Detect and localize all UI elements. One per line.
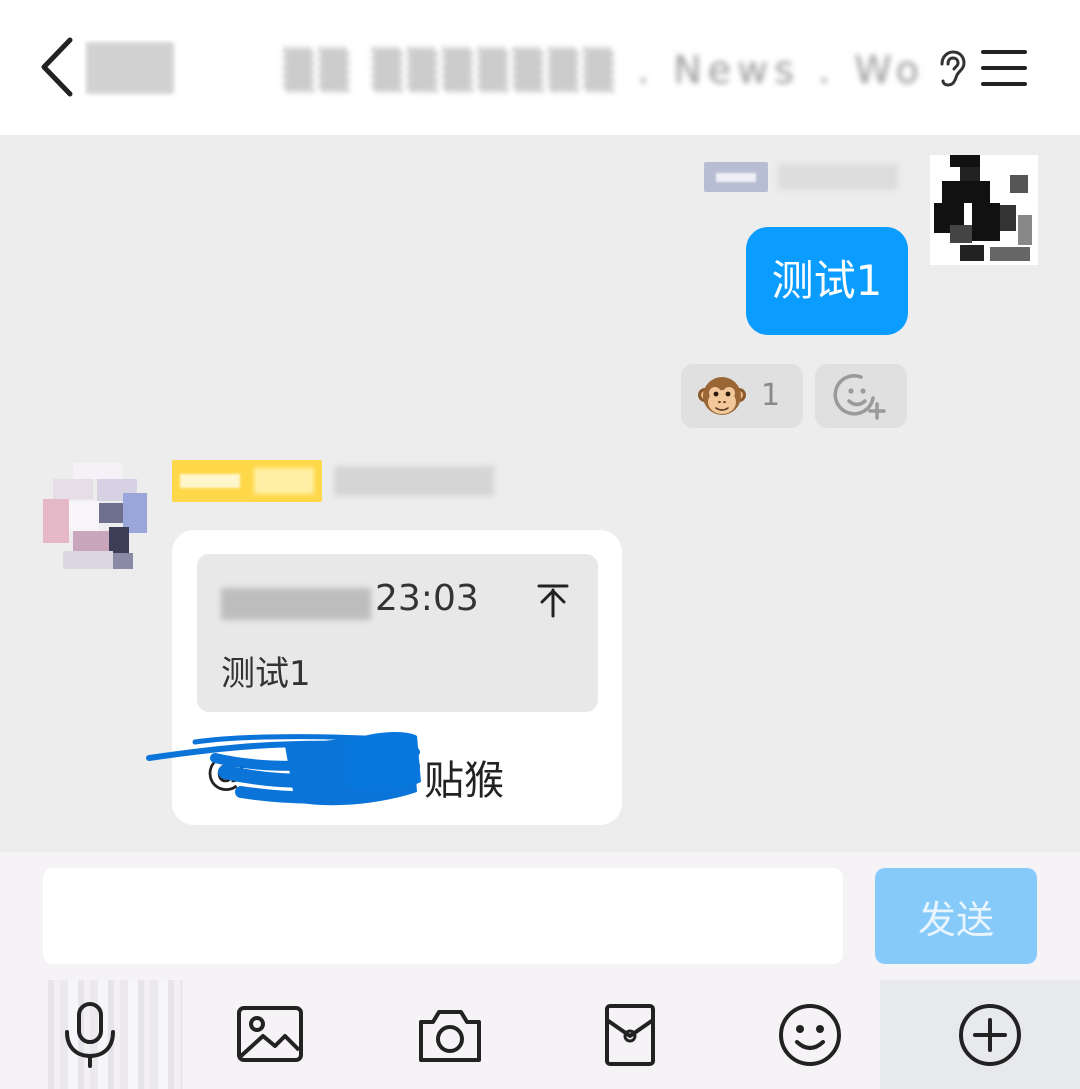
red-packet-button[interactable] xyxy=(595,1002,665,1068)
toolbar xyxy=(0,980,1080,1089)
chevron-left-icon xyxy=(41,37,73,97)
image-icon xyxy=(237,1006,303,1062)
voice-button[interactable] xyxy=(55,1002,125,1068)
sender-name-blurred xyxy=(778,164,898,190)
send-button[interactable]: 发送 xyxy=(875,868,1037,964)
avatar[interactable] xyxy=(930,155,1038,265)
chat-title[interactable]: ▒▒ ▒▒▒▒▒▒▒ . News . Wonder · 6▒ xyxy=(84,40,924,100)
title-blur-avatar xyxy=(86,42,174,94)
ear-button[interactable] xyxy=(936,50,968,88)
image-button[interactable] xyxy=(235,1002,305,1068)
quoted-message[interactable]: 23:03 测试1 xyxy=(197,554,598,712)
chat-header: ▒▒ ▒▒▒▒▒▒▒ . News . Wonder · 6▒ xyxy=(0,0,1080,135)
reaction-count: 1 xyxy=(761,378,781,413)
quote-text: 测试1 xyxy=(221,654,311,694)
add-reaction-button[interactable] xyxy=(815,364,907,428)
arrow-to-top-icon xyxy=(537,584,569,618)
member-title-badge xyxy=(704,162,768,192)
camera-icon xyxy=(419,1010,481,1062)
input-bar: 发送 xyxy=(0,852,1080,980)
hamburger-menu-icon xyxy=(981,50,1027,86)
quote-time: 23:03 xyxy=(375,578,479,619)
jump-to-message-button[interactable] xyxy=(533,580,573,620)
emoji-button[interactable] xyxy=(775,1002,845,1068)
message-input[interactable] xyxy=(43,868,843,964)
monkey-face-icon xyxy=(698,377,746,415)
plus-circle-icon xyxy=(959,1004,1021,1066)
message-text-suffix: 贴猴 xyxy=(424,758,504,804)
chat-title-text: ▒▒ ▒▒▒▒▒▒▒ . News . Wonder · 6▒ xyxy=(284,48,924,92)
reaction-chip[interactable]: 1 xyxy=(681,364,803,428)
microphone-icon xyxy=(65,1002,115,1068)
message-bubble-outgoing[interactable]: 测试1 xyxy=(746,227,908,335)
back-button[interactable] xyxy=(30,34,90,100)
member-title-badge xyxy=(172,460,322,502)
avatar[interactable] xyxy=(43,463,153,571)
emoji-icon xyxy=(779,1004,841,1066)
red-packet-icon xyxy=(605,1004,655,1066)
ear-icon xyxy=(940,50,966,87)
quote-author-blurred xyxy=(221,588,371,620)
menu-button[interactable] xyxy=(980,46,1028,90)
camera-button[interactable] xyxy=(415,1002,485,1068)
redaction-scribble xyxy=(146,732,421,806)
more-button[interactable] xyxy=(955,1002,1025,1068)
sender-name-blurred xyxy=(334,466,494,496)
smiley-plus-icon xyxy=(833,374,886,420)
